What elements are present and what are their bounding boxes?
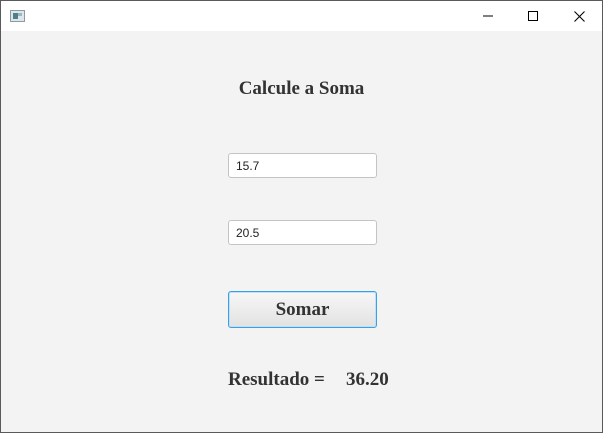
app-icon bbox=[10, 10, 25, 22]
sum-button[interactable]: Somar bbox=[228, 291, 377, 328]
title-bar[interactable] bbox=[1, 1, 602, 31]
maximize-icon bbox=[528, 11, 538, 21]
close-icon bbox=[573, 10, 585, 22]
maximize-button[interactable] bbox=[510, 1, 556, 31]
result-value: 36.20 bbox=[346, 369, 389, 390]
app-window: Calcule a Soma Somar Resultado = 36.20 bbox=[0, 0, 603, 433]
minimize-icon bbox=[483, 15, 493, 17]
second-number-field[interactable] bbox=[228, 220, 377, 245]
result-label: Resultado = bbox=[228, 369, 325, 390]
page-title: Calcule a Soma bbox=[238, 78, 365, 99]
form-panel: Calcule a Soma Somar Resultado = 36.20 bbox=[1, 31, 602, 432]
minimize-button[interactable] bbox=[465, 1, 511, 31]
close-button[interactable] bbox=[556, 1, 602, 31]
first-number-field[interactable] bbox=[228, 153, 377, 178]
